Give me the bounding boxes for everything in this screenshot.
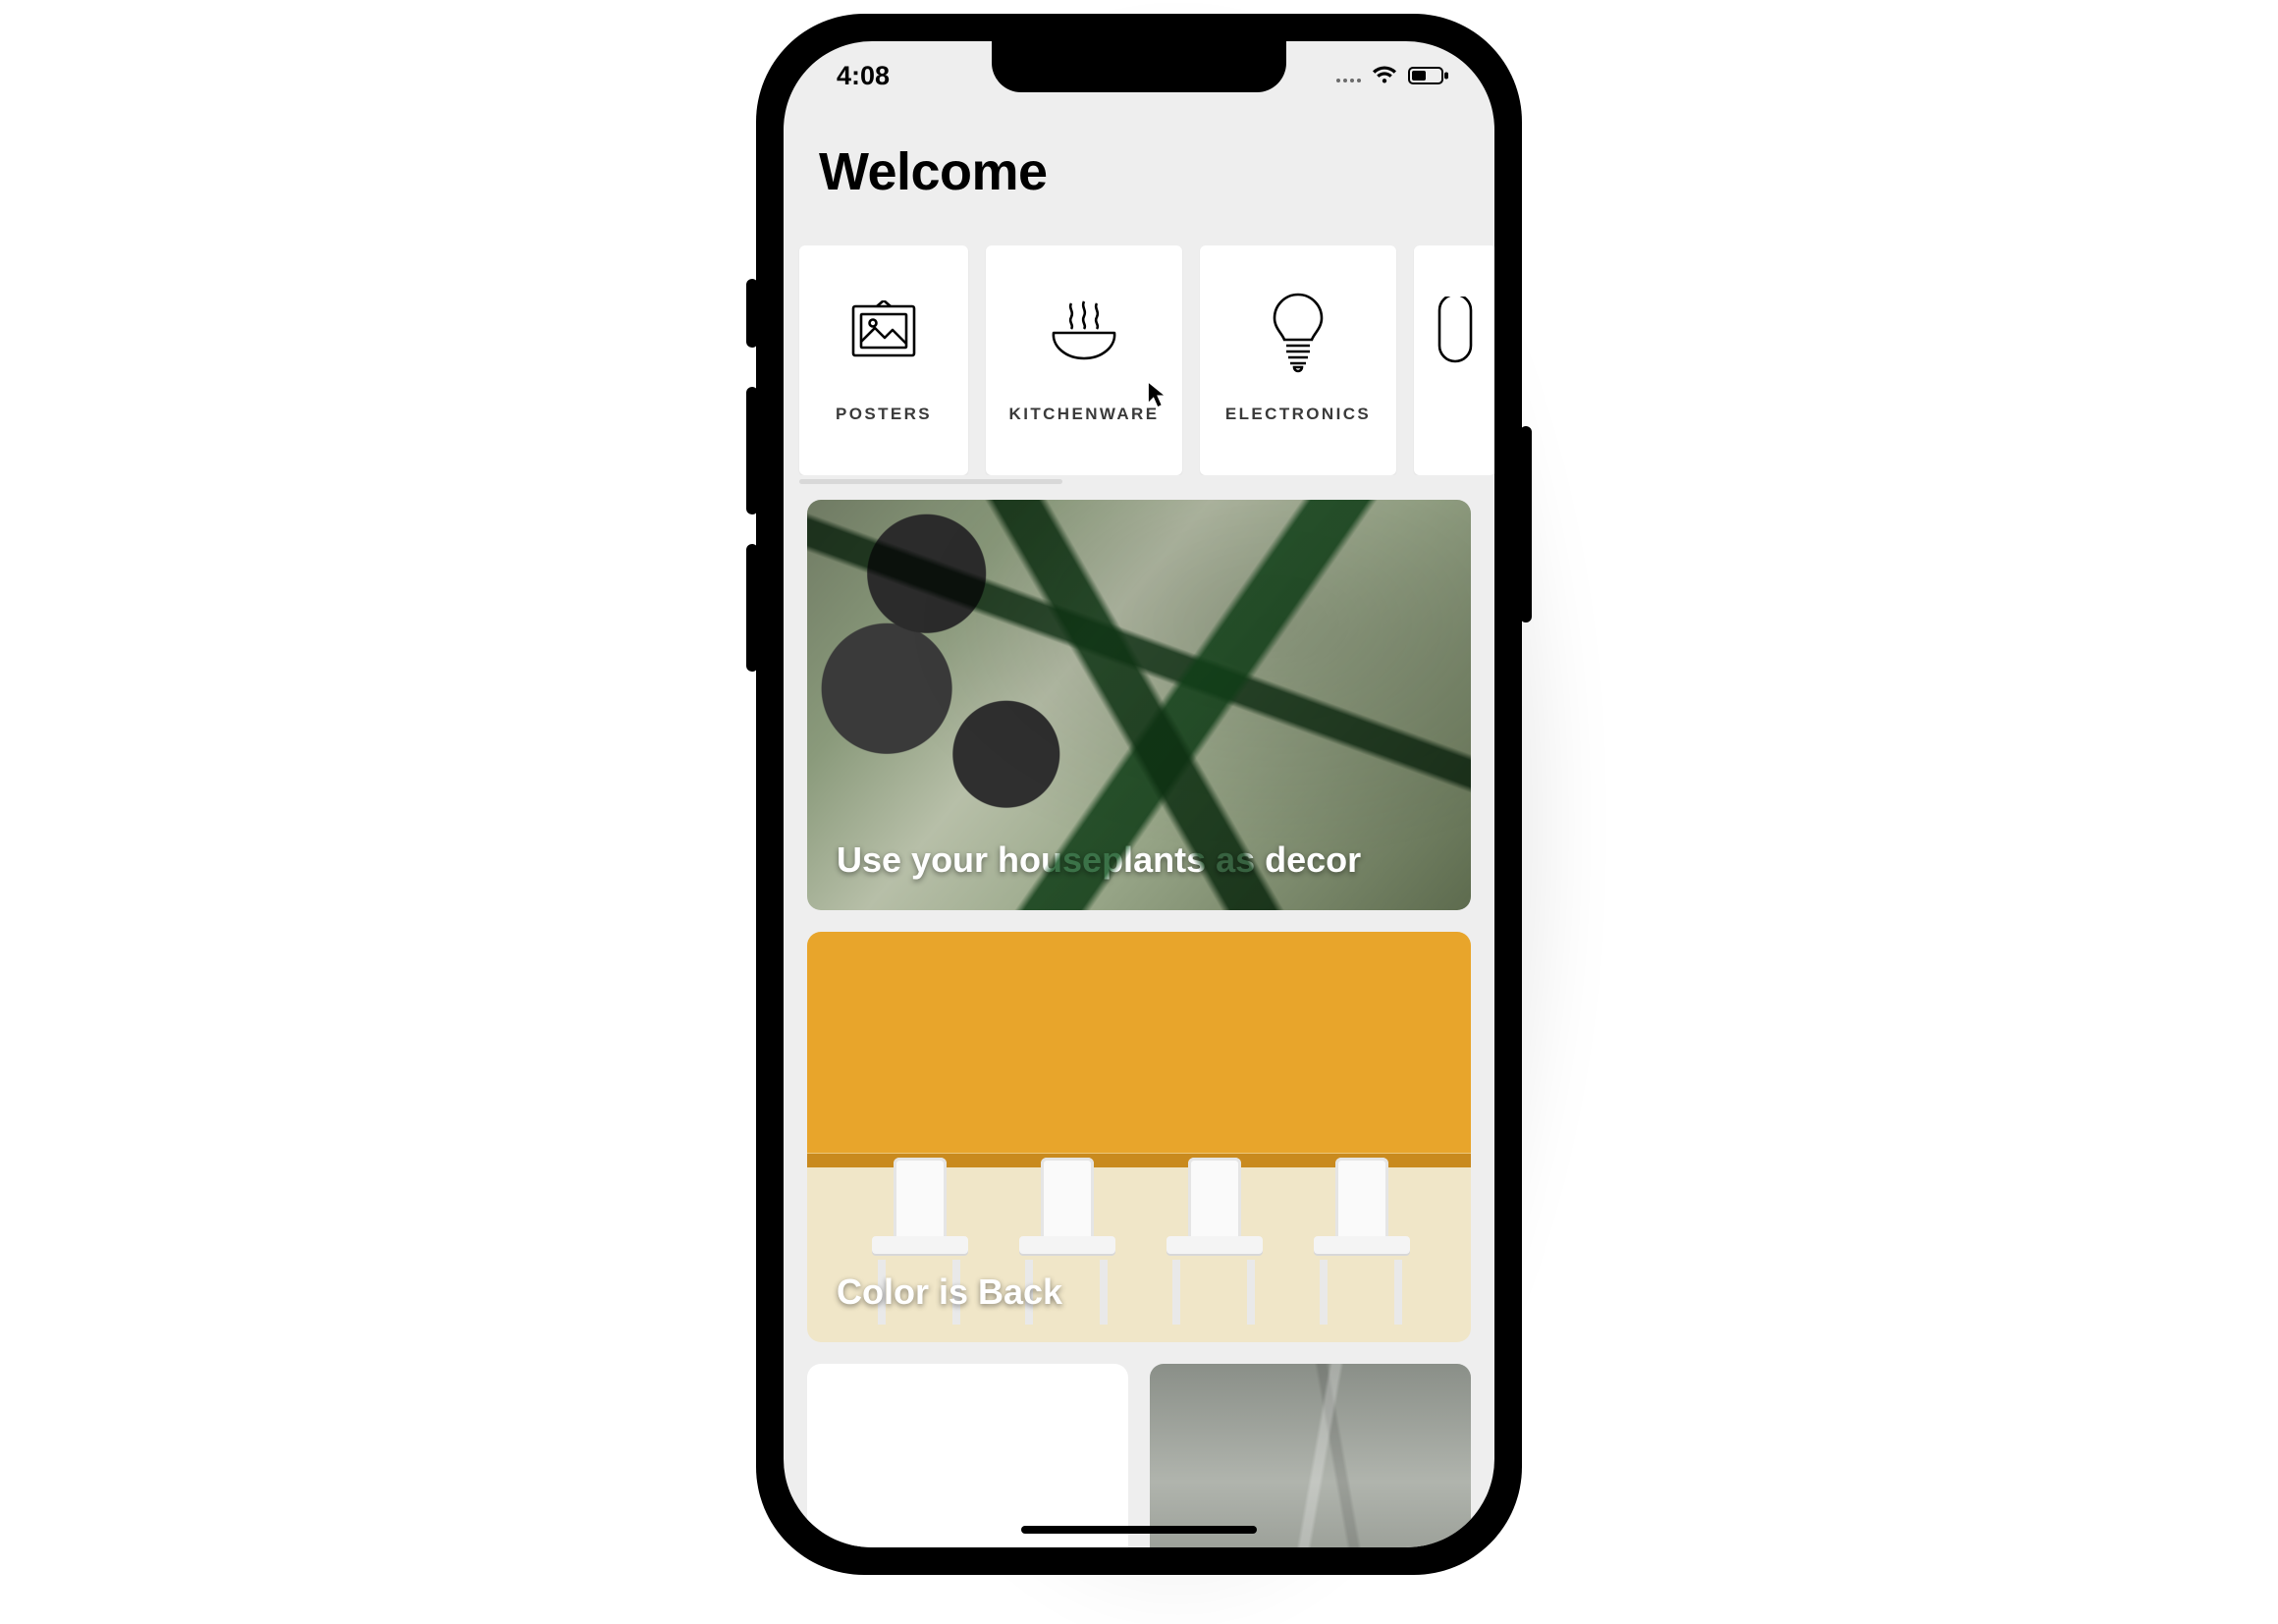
category-posters[interactable]: POSTERS [799,245,968,475]
phone-screen: 4:08 [784,41,1494,1547]
small-card-image[interactable] [1150,1364,1471,1547]
phone-power-button [1520,426,1532,623]
phone-side-button [746,279,758,348]
phone-volume-down [746,544,758,672]
secondary-row [807,1364,1471,1547]
category-kitchenware[interactable]: KITCHENWARE [986,245,1182,475]
phone-volume-up [746,387,758,514]
feature-card-title: Color is Back [837,1272,1441,1313]
bowl-steam-icon [1043,291,1125,373]
category-partial[interactable] [1414,245,1494,475]
feature-card-title: Use your houseplants as decor [837,839,1441,881]
bulb-icon [1257,291,1339,373]
category-label: POSTERS [836,405,932,424]
partial-icon [1414,291,1494,373]
article-feed[interactable]: Use your houseplants as decor Color is B… [784,484,1494,1547]
phone-frame: 4:08 [756,14,1522,1575]
category-label: ELECTRONICS [1225,405,1371,424]
feature-card-plants[interactable]: Use your houseplants as decor [807,500,1471,910]
home-indicator[interactable] [1021,1526,1257,1534]
status-time: 4:08 [823,61,890,91]
page-header: Welcome [784,122,1494,232]
page-title: Welcome [819,141,1459,202]
phone-notch [992,41,1286,92]
frame-icon [842,291,925,373]
battery-icon [1408,66,1449,85]
category-scroller[interactable]: POSTERS KITCHENWARE [784,238,1494,475]
category-label: KITCHENWARE [1009,405,1160,424]
category-electronics[interactable]: ELECTRONICS [1200,245,1396,475]
wifi-icon [1371,66,1398,85]
feature-card-color[interactable]: Color is Back [807,932,1471,1342]
cellular-icon [1336,69,1361,82]
small-card-blank[interactable] [807,1364,1128,1547]
